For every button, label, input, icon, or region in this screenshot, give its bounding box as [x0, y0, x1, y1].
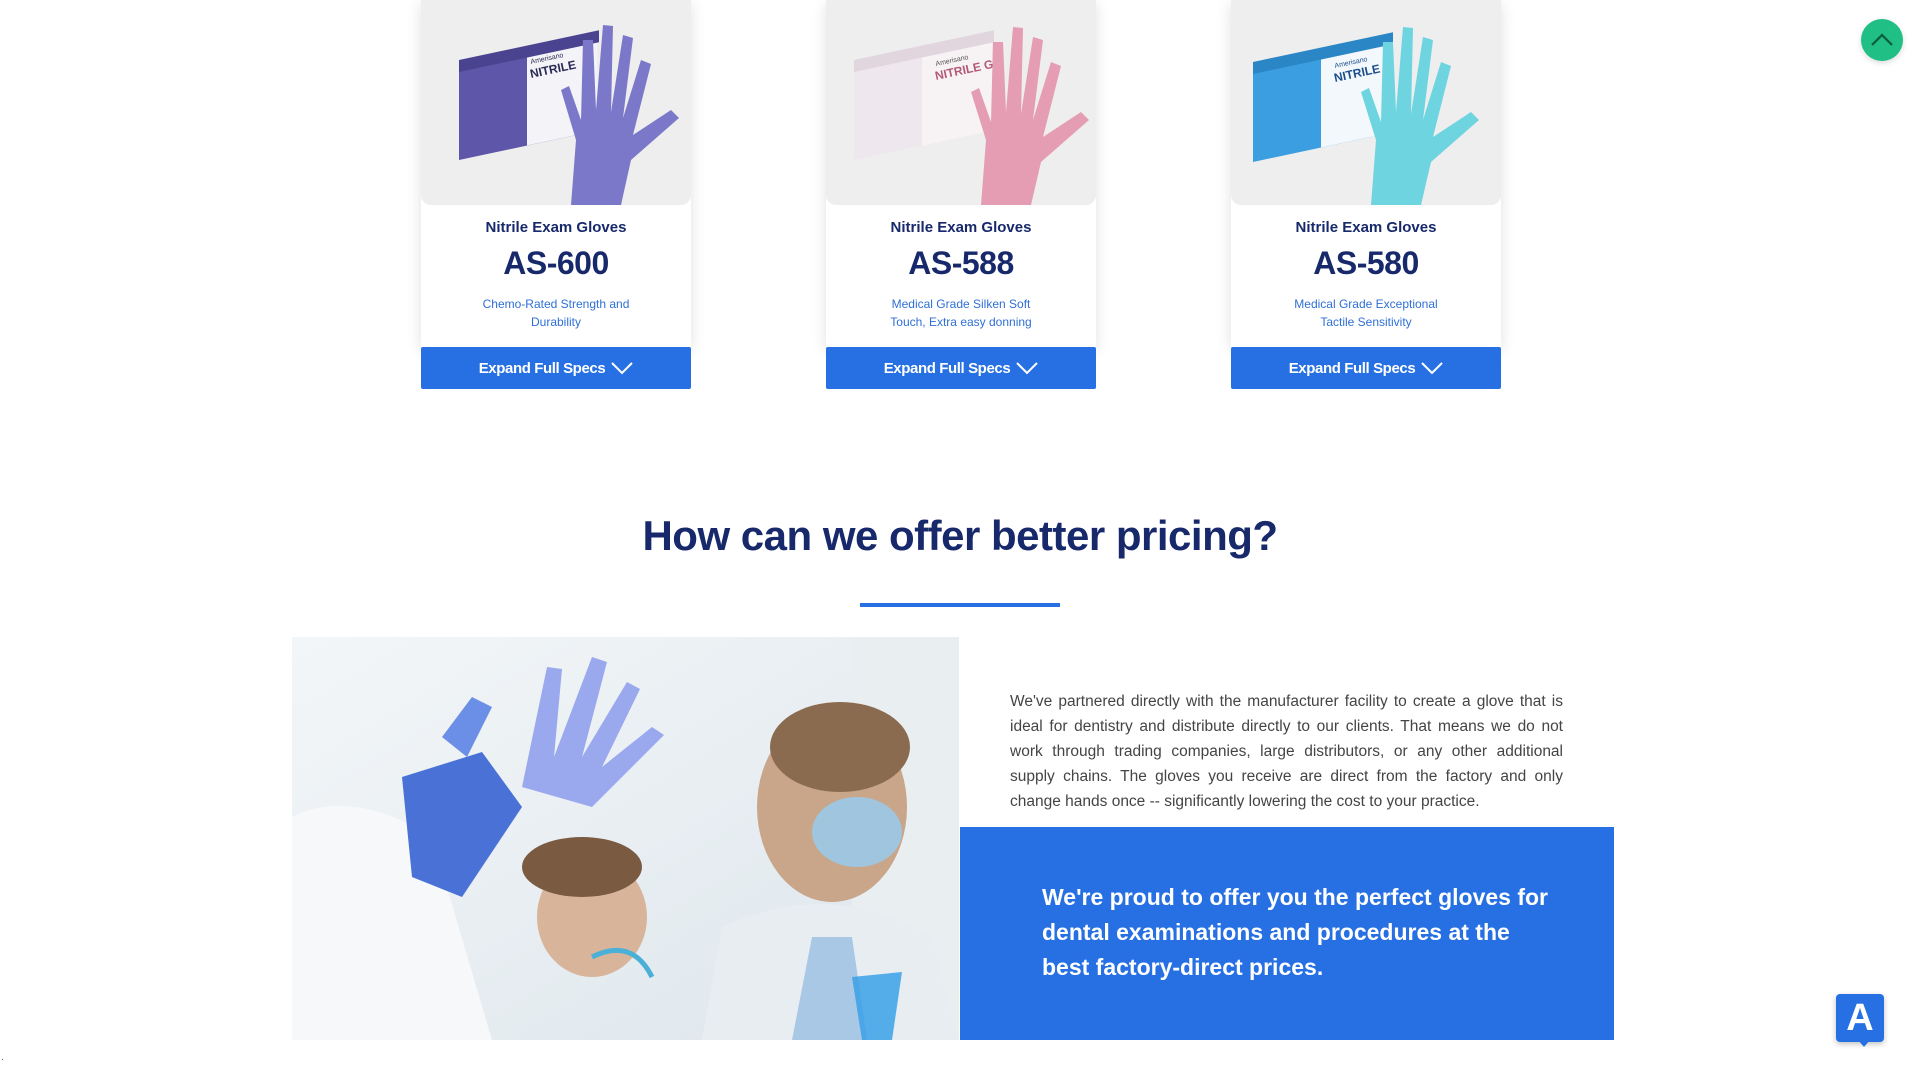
product-image: NITRILE Amerisano — [421, 0, 691, 205]
back-to-top-button[interactable] — [1861, 19, 1903, 61]
product-description: Medical Grade Exceptional Tactile Sensit… — [1294, 297, 1438, 329]
product-card: NITRILE Amerisano Nitrile Exam Gloves AS… — [1231, 0, 1501, 389]
product-code: AS-588 — [908, 245, 1014, 281]
product-category: Nitrile Exam Gloves — [1295, 219, 1437, 236]
product-card: NITRILE Amerisano Nitrile Exam Gloves AS… — [421, 0, 691, 389]
expand-specs-button[interactable]: Expand Full Specs — [826, 347, 1096, 389]
product-card-body: NITRILE Amerisano Nitrile Exam Gloves AS… — [1231, 0, 1501, 347]
callout-box: We're proud to offer you the perfect glo… — [960, 827, 1614, 1040]
section-title: How can we offer better pricing? — [642, 512, 1278, 559]
corner-mark: . — [1, 1052, 4, 1063]
product-code: AS-580 — [1313, 245, 1419, 281]
accessibility-button-tail — [1858, 1040, 1870, 1047]
chevron-down-icon — [1421, 362, 1443, 375]
accessibility-button[interactable]: A — [1836, 994, 1884, 1042]
product-category: Nitrile Exam Gloves — [485, 219, 627, 236]
callout-text: We're proud to offer you the perfect glo… — [1042, 884, 1548, 980]
product-image: NITRILE G Amerisano — [826, 0, 1096, 205]
expand-specs-label: Expand Full Specs — [1288, 359, 1416, 377]
pricing-body-text: We've partnered directly with the manufa… — [1010, 693, 1563, 810]
product-card: NITRILE G Amerisano Nitrile Exam Gloves … — [826, 0, 1096, 389]
product-description: Chemo-Rated Strength and Durability — [482, 297, 630, 329]
chevron-down-icon — [1016, 362, 1038, 375]
product-description: Medical Grade Silken Soft Touch, Extra e… — [890, 297, 1032, 329]
product-category: Nitrile Exam Gloves — [890, 219, 1032, 236]
product-card-body: NITRILE Amerisano Nitrile Exam Gloves AS… — [421, 0, 691, 347]
product-code: AS-600 — [503, 245, 609, 281]
expand-specs-label: Expand Full Specs — [883, 359, 1011, 377]
product-card-body: NITRILE G Amerisano Nitrile Exam Gloves … — [826, 0, 1096, 347]
product-image: NITRILE Amerisano — [1231, 0, 1501, 205]
expand-specs-label: Expand Full Specs — [478, 359, 606, 377]
chevron-up-icon — [1871, 33, 1893, 46]
chevron-down-icon — [611, 362, 633, 375]
expand-specs-button[interactable]: Expand Full Specs — [421, 347, 691, 389]
expand-specs-button[interactable]: Expand Full Specs — [1231, 347, 1501, 389]
accessibility-icon: A — [1846, 996, 1874, 1039]
section-divider — [860, 603, 1060, 607]
product-cards: NITRILE Amerisano Nitrile Exam Gloves AS… — [0, 0, 1920, 400]
dentist-photo — [292, 637, 959, 1040]
